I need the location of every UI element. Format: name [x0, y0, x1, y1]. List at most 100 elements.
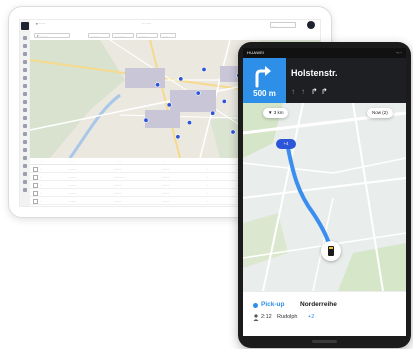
row-checkbox[interactable] [33, 183, 38, 188]
table-cell: ·· [40, 183, 42, 187]
table-cell: ········ [114, 191, 122, 195]
status-time: ··:·· [395, 50, 402, 55]
nav-icon[interactable] [23, 44, 27, 48]
table-cell: ·· [206, 175, 208, 179]
route-stop-badge[interactable]: +4 [276, 139, 296, 149]
pickup-label: Pick-up [261, 301, 285, 308]
status-bar: HUAWEI ··:·· [243, 48, 406, 58]
app-logo[interactable] [21, 22, 29, 30]
filter-chip[interactable]: ▾ ·· ······ [34, 33, 70, 38]
vehicle-marker[interactable] [187, 120, 193, 126]
table-cell: ·· [206, 199, 208, 203]
avatar[interactable] [307, 21, 315, 29]
table-cell: ········ [114, 199, 122, 203]
table-cell: ·· [40, 199, 42, 203]
filter-chip[interactable]: ··· ······ [112, 33, 134, 38]
table-cell: ········ [162, 199, 170, 203]
breadcrumb[interactable]: ▾ ·· ··· [36, 22, 46, 26]
car-icon [328, 246, 334, 256]
vehicle-marker[interactable] [221, 98, 227, 104]
filter-chip[interactable]: ········ [136, 33, 158, 38]
nav-icon[interactable] [23, 108, 27, 112]
phone-home-bar [312, 340, 337, 343]
nav-icon[interactable] [23, 116, 27, 120]
nav-icon[interactable] [23, 172, 27, 176]
vehicle-marker[interactable] [166, 102, 172, 108]
table-cell: ·· [206, 191, 208, 195]
nav-icon[interactable] [23, 156, 27, 160]
nav-icon[interactable] [23, 68, 27, 72]
table-cell: ········ [114, 167, 122, 171]
account-select[interactable]: ····· [270, 22, 296, 28]
lane-right-icon: ↱ [321, 87, 328, 96]
pickup-street: Norderreihe [300, 301, 337, 308]
nav-icon[interactable] [23, 52, 27, 56]
carrier-label: HUAWEI [247, 50, 265, 55]
table-cell: ········· [68, 191, 77, 195]
lane-straight-icon: ↑ [291, 87, 295, 96]
table-header-cell[interactable]: · [206, 159, 207, 163]
table-cell: ········ [162, 191, 170, 195]
table-cell: ········· [68, 175, 77, 179]
row-checkbox[interactable] [33, 175, 38, 180]
nav-icon[interactable] [23, 100, 27, 104]
nav-icon[interactable] [23, 148, 27, 152]
vehicle-marker[interactable] [178, 76, 184, 82]
nav-icon[interactable] [23, 124, 27, 128]
pickup-dot-icon [253, 303, 258, 308]
table-cell: ········· [68, 199, 77, 203]
nav-icon[interactable] [23, 164, 27, 168]
top-bar-center-text: ········ [142, 22, 152, 26]
table-header-cell[interactable]: ········ [114, 159, 121, 163]
table-cell: ·········· ·· [114, 175, 126, 179]
vehicle-position [321, 241, 341, 261]
vehicle-marker[interactable] [230, 129, 236, 135]
turn-right-icon [255, 66, 271, 88]
table-header-cell[interactable]: ····· [40, 159, 45, 163]
table-cell: ·· [40, 175, 42, 179]
table-cell: ········ [162, 167, 170, 171]
table-cell: ········ [114, 183, 122, 187]
nav-icon[interactable] [23, 60, 27, 64]
navigation-map[interactable]: ▼ 3 km Now (2) +4 [243, 103, 406, 291]
nav-icon[interactable] [23, 92, 27, 96]
vehicle-marker[interactable] [201, 66, 207, 72]
pickup-card[interactable]: Pick-up Norderreihe 2:12 Rudolph +2 [243, 291, 406, 336]
table-cell: ·· [206, 183, 208, 187]
route-map-canvas [243, 103, 406, 291]
table-cell: ········ [162, 175, 170, 179]
person-icon [253, 314, 259, 321]
distance-filter-pill[interactable]: ▼ 3 km [263, 108, 289, 118]
table-cell: ·· [40, 191, 42, 195]
nav-icon[interactable] [23, 132, 27, 136]
vehicle-marker[interactable] [195, 90, 201, 96]
lane-straight-icon: ↑ [301, 87, 305, 96]
table-header-cell[interactable]: ··· [162, 159, 165, 163]
navigation-header: 500 m Holstenstr. ↑ ↑ ↱ ↱ [243, 58, 406, 103]
nav-icon[interactable] [23, 140, 27, 144]
requests-pill[interactable]: Now (2) [367, 108, 393, 118]
filter-chip[interactable]: ····· [160, 33, 176, 38]
vehicle-marker[interactable] [175, 134, 181, 140]
lane-right-icon: ↱ [311, 87, 318, 96]
nav-icon[interactable] [23, 76, 27, 80]
extra-passengers: +2 [308, 314, 315, 320]
filter-chip[interactable]: ········ [88, 33, 110, 38]
row-checkbox[interactable] [33, 191, 38, 196]
nav-icon[interactable] [23, 36, 27, 40]
next-street: Holstenstr. [291, 68, 338, 78]
row-checkbox[interactable] [33, 199, 38, 204]
nav-icon[interactable] [23, 84, 27, 88]
vehicle-marker[interactable] [210, 110, 216, 116]
driver-navigation-screen: HUAWEI ··:·· 500 m Holstenstr. ↑ ↑ ↱ ↱ ▼… [243, 48, 406, 336]
row-checkbox[interactable] [33, 167, 38, 172]
vehicle-marker[interactable] [155, 82, 161, 88]
table-cell: ········· [68, 167, 77, 171]
phone-device: HUAWEI ··:·· 500 m Holstenstr. ↑ ↑ ↱ ↱ ▼… [238, 42, 411, 348]
vehicle-marker[interactable] [143, 117, 149, 123]
nav-icon[interactable] [23, 180, 27, 184]
table-cell: ········ [162, 183, 170, 187]
turn-instruction[interactable]: 500 m [243, 58, 286, 103]
nav-icon[interactable] [23, 188, 27, 192]
table-header-cell[interactable]: ······ [68, 159, 74, 163]
